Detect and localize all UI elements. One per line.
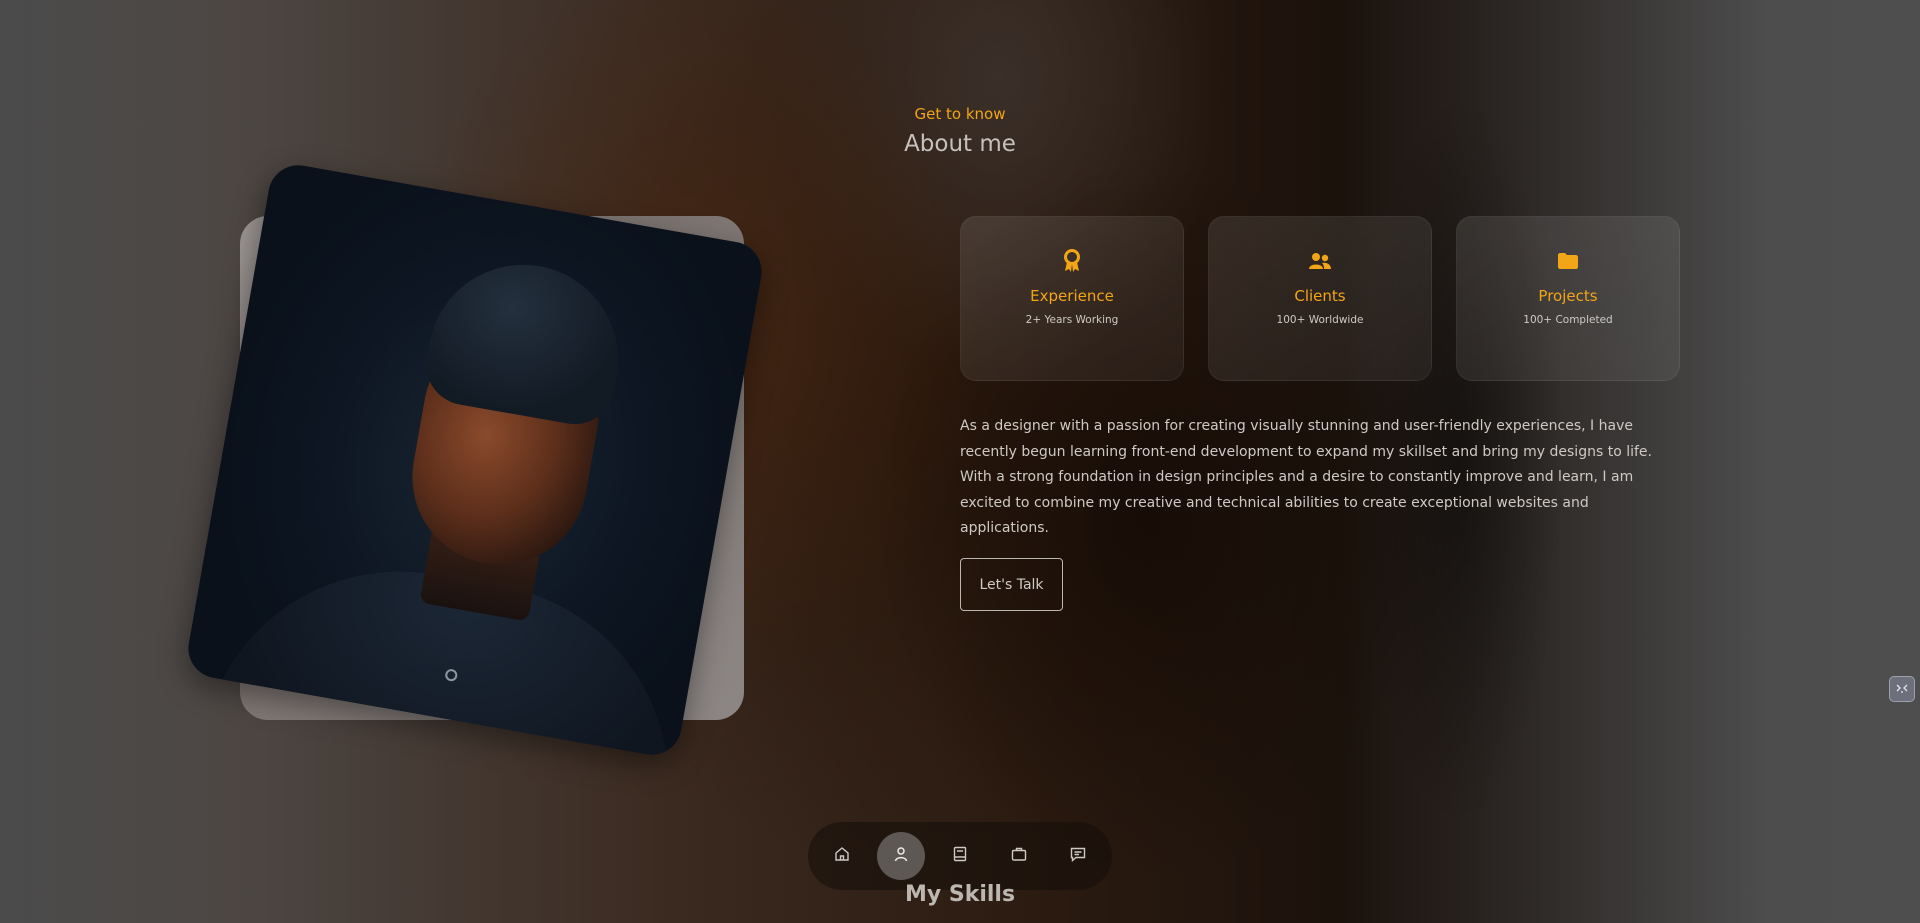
card-title: Projects — [1538, 287, 1598, 305]
skills-section-title: My Skills — [904, 882, 1016, 907]
folder-icon — [1556, 249, 1580, 273]
card-experience: Experience 2+ Years Working — [960, 216, 1184, 381]
book-icon — [952, 846, 968, 866]
nav-home[interactable] — [818, 832, 866, 880]
briefcase-icon — [1011, 846, 1027, 866]
stats-cards: Experience 2+ Years Working Clients 100+… — [960, 216, 1680, 381]
card-clients: Clients 100+ Worldwide — [1208, 216, 1432, 381]
section-eyebrow: Get to know — [914, 105, 1006, 123]
home-icon — [834, 846, 850, 866]
section-title: About me — [904, 131, 1016, 157]
users-icon — [1308, 249, 1332, 273]
card-title: Experience — [1030, 287, 1114, 305]
card-title: Clients — [1294, 287, 1346, 305]
floating-widget-button[interactable] — [1889, 676, 1915, 702]
nav-portfolio[interactable] — [995, 832, 1043, 880]
nav-about[interactable] — [877, 832, 925, 880]
card-projects: Projects 100+ Completed — [1456, 216, 1680, 381]
about-bio: As a designer with a passion for creatin… — [960, 418, 1652, 536]
user-icon — [893, 846, 909, 866]
card-subtitle: 100+ Completed — [1523, 314, 1613, 326]
nav-contact[interactable] — [1054, 832, 1102, 880]
widget-icon — [1895, 683, 1909, 696]
nav-resume[interactable] — [936, 832, 984, 880]
lets-talk-button[interactable]: Let's Talk — [960, 558, 1063, 611]
message-icon — [1070, 846, 1086, 866]
card-subtitle: 2+ Years Working — [1025, 314, 1119, 326]
award-icon — [1060, 249, 1084, 273]
profile-photo — [183, 160, 767, 760]
card-subtitle: 100+ Worldwide — [1276, 314, 1364, 326]
bottom-nav — [808, 822, 1112, 890]
